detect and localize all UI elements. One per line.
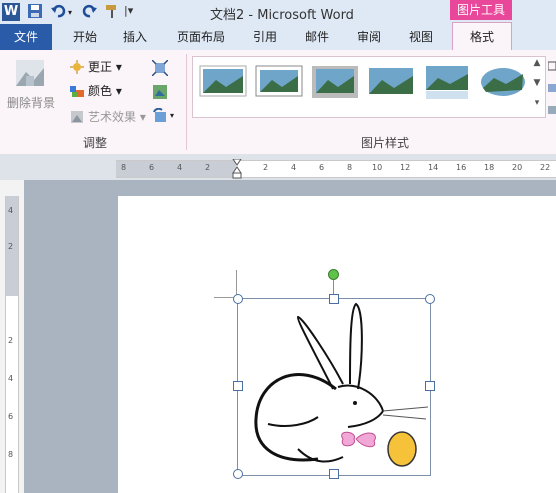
ruler-tick-label: 6 (8, 412, 14, 421)
gallery-more-icon[interactable]: ▾ (531, 98, 543, 114)
tab-review[interactable]: 审阅 (348, 24, 390, 50)
vertical-ruler[interactable]: 4 2 2 4 6 8 (5, 196, 19, 493)
picture-style-thumb[interactable] (198, 62, 248, 102)
resize-handle-top-left[interactable] (233, 294, 243, 304)
corrections-icon (70, 60, 84, 74)
reset-picture-icon[interactable] (152, 107, 168, 124)
color-label: 颜色 (88, 84, 113, 98)
ruler-tick-label: 2 (8, 242, 14, 251)
tab-format[interactable]: 格式 (452, 22, 512, 50)
indent-marker[interactable] (232, 158, 242, 179)
ruler-tick-label: 4 (8, 374, 14, 383)
corrections-label: 更正 (88, 60, 113, 74)
gallery-scroll-up-icon[interactable]: ▲ (531, 58, 543, 76)
ruler-tick-label: 2 (8, 336, 14, 345)
rabbit-illustration (254, 302, 429, 467)
ruler-tick-label: 16 (456, 163, 467, 172)
picture-border-icon[interactable] (547, 60, 556, 120)
color-icon (70, 84, 84, 98)
picture-tools-label: 图片工具 (450, 0, 512, 20)
ruler-tick-label: 2 (263, 163, 269, 172)
tab-home[interactable]: 开始 (64, 24, 106, 50)
reset-picture-dropdown-icon[interactable]: ▾ (170, 111, 174, 120)
resize-handle-top[interactable] (329, 294, 339, 304)
picture-style-thumb[interactable] (478, 62, 528, 102)
remove-background-label[interactable]: 删除背景 (4, 94, 58, 111)
ruler-margin-left (116, 161, 236, 177)
window-title: 文档2 - Microsoft Word (210, 8, 354, 23)
remove-background-icon[interactable] (12, 58, 48, 90)
ruler-tick-label: 4 (291, 163, 297, 172)
save-icon[interactable] (27, 3, 45, 21)
ruler-tick-label: 8 (347, 163, 353, 172)
artistic-effects-icon (70, 110, 84, 124)
tab-page-layout[interactable]: 页面布局 (170, 24, 232, 50)
tab-file[interactable]: 文件 (0, 24, 52, 50)
ruler-tick-label: 6 (319, 163, 325, 172)
tab-references[interactable]: 引用 (244, 24, 286, 50)
resize-handle-bottom[interactable] (329, 469, 339, 479)
tab-mailings[interactable]: 邮件 (296, 24, 338, 50)
artistic-effects-label: 艺术效果 (88, 110, 137, 124)
gallery-scroll-down-icon[interactable]: ▼ (531, 78, 543, 96)
rotate-handle[interactable] (328, 269, 339, 280)
picture-styles-group-label: 图片样式 (360, 136, 409, 150)
ruler-tick-label: 18 (484, 163, 495, 172)
word-app-icon[interactable]: W (2, 3, 20, 21)
picture-style-thumb[interactable] (254, 62, 304, 102)
artistic-effects-button[interactable]: 艺术效果 ▾ (88, 107, 146, 127)
compress-pictures-icon[interactable] (151, 59, 169, 77)
group-separator (186, 54, 187, 150)
ruler-tick-label: 8 (121, 163, 127, 172)
undo-icon[interactable] (50, 3, 68, 21)
corrections-button[interactable]: 更正 ▾ (88, 57, 122, 77)
adjust-group-label: 调整 (82, 136, 107, 150)
ruler-tick-label: 8 (8, 450, 14, 459)
tab-insert[interactable]: 插入 (114, 24, 156, 50)
resize-handle-bottom-left[interactable] (233, 469, 243, 479)
ruler-tick-label: 10 (372, 163, 383, 172)
resize-handle-left[interactable] (233, 381, 243, 391)
picture-style-thumb[interactable] (366, 62, 416, 102)
ruler-tick-label: 4 (8, 206, 14, 215)
ruler-tick-label: 12 (400, 163, 411, 172)
ruler-tick-label: 6 (149, 163, 155, 172)
horizontal-ruler[interactable]: 8 6 4 2 2 4 6 8 10 12 14 16 18 20 22 (116, 158, 556, 179)
resize-handle-right[interactable] (425, 381, 435, 391)
ruler-tick-label: 22 (540, 163, 551, 172)
picture-style-thumb[interactable] (310, 62, 360, 102)
picture-style-thumb[interactable] (422, 62, 472, 102)
ruler-tick-label: 20 (512, 163, 523, 172)
format-painter-icon[interactable] (104, 3, 122, 21)
color-button[interactable]: 颜色 ▾ (88, 81, 122, 101)
ruler-tick-label: 4 (177, 163, 183, 172)
customize-toolbar-icon[interactable]: |▾ (124, 4, 133, 17)
redo-icon[interactable] (82, 3, 100, 21)
change-picture-icon[interactable] (152, 84, 168, 100)
ruler-tick-label: 14 (428, 163, 439, 172)
selected-picture[interactable] (237, 298, 431, 476)
tab-view[interactable]: 视图 (400, 24, 442, 50)
undo-dropdown-icon[interactable]: ▾ (68, 8, 72, 17)
resize-handle-top-right[interactable] (425, 294, 435, 304)
ruler-tick-label: 2 (205, 163, 211, 172)
